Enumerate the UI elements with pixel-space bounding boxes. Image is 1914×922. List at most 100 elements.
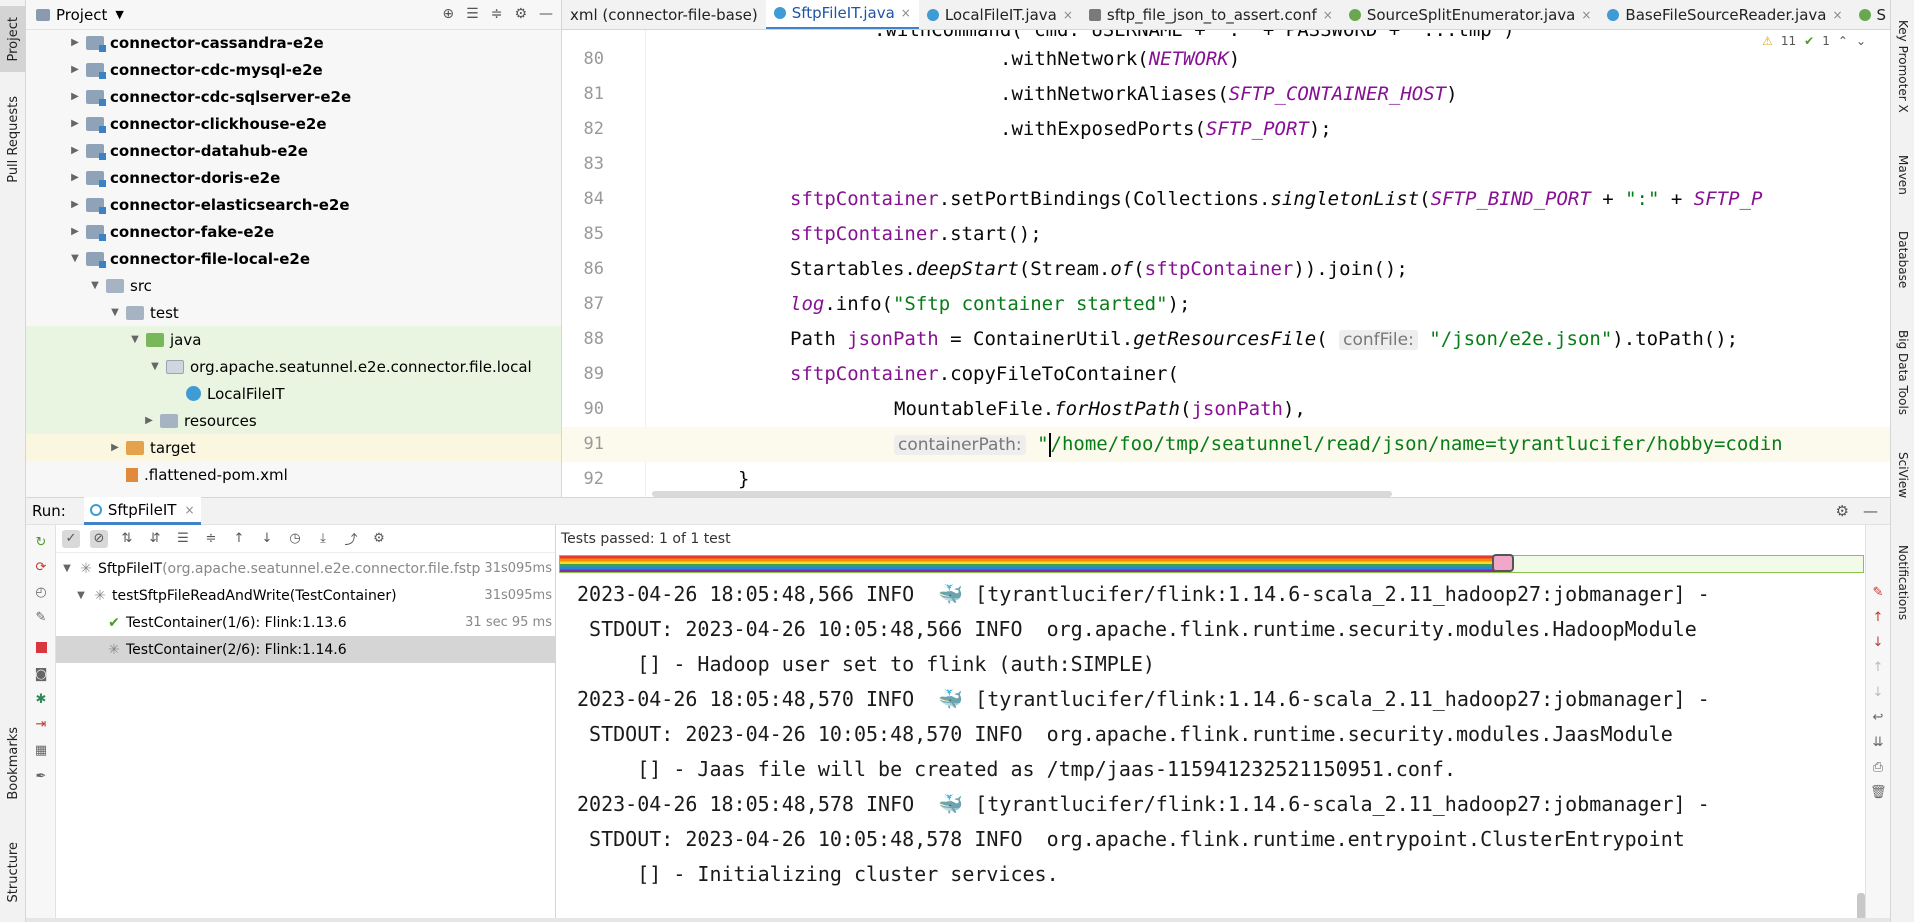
pull-requests-tool-tab[interactable]: Pull Requests (0, 84, 26, 194)
bookmarks-tool-tab[interactable]: Bookmarks (0, 718, 26, 808)
close-icon[interactable]: × (901, 6, 911, 20)
rerun-failed-icon[interactable]: ⟳ (32, 558, 50, 576)
tree-item[interactable]: ▼ src (26, 272, 561, 299)
tree-item[interactable]: .flattened-pom.xml (26, 461, 561, 488)
pin-icon[interactable]: ✒ (32, 767, 50, 785)
close-icon[interactable]: × (1832, 8, 1842, 22)
chevron-right-icon[interactable]: ▶ (68, 64, 82, 75)
arrow-up-icon[interactable]: ↑ (230, 530, 248, 548)
tree-item[interactable]: ▼ test (26, 299, 561, 326)
tree-item[interactable]: ▶ connector-doris-e2e (26, 164, 561, 191)
close-icon[interactable]: × (1323, 8, 1333, 22)
chevron-down-icon[interactable]: ▼ (128, 334, 142, 345)
maven-tab[interactable]: Maven (1891, 140, 1914, 210)
project-tool-tab[interactable]: Project (0, 6, 26, 72)
test-row-selected[interactable]: ✳ TestContainer(2/6): Flink:1.14.6 (56, 636, 556, 663)
tree-item[interactable]: LocalFileIT (26, 380, 561, 407)
rerun-icon[interactable]: ↻ (32, 533, 50, 551)
tree-item[interactable]: ▶ connector-cassandra-e2e (26, 29, 561, 56)
trash-icon[interactable]: 🗑 (1870, 785, 1887, 800)
toggle-auto-test-icon[interactable]: ◴ (32, 583, 50, 601)
exit-icon[interactable]: ⇥ (32, 715, 50, 733)
chevron-down-icon[interactable]: ▼ (148, 361, 162, 372)
stop-icon[interactable] (32, 638, 50, 656)
soft-wrap-icon[interactable]: ↩ (1870, 710, 1886, 725)
tree-item[interactable]: ▶ connector-elasticsearch-e2e (26, 191, 561, 218)
test-row[interactable]: ▼ ✳ SftpFileIT (org.apache.seatunnel.e2e… (56, 555, 556, 582)
chevron-right-icon[interactable]: ▶ (68, 145, 82, 156)
up-disabled-icon[interactable]: ↑ (1870, 660, 1886, 675)
tree-item[interactable]: ▶ connector-datahub-e2e (26, 137, 561, 164)
close-icon[interactable]: × (184, 503, 194, 517)
chevron-down-icon[interactable]: ▼ (115, 8, 123, 21)
key-promoter-tab[interactable]: Key Promoter X (1891, 6, 1914, 126)
big-data-tools-tab[interactable]: Big Data Tools (1891, 318, 1914, 428)
tree-item[interactable]: ▶ connector-fake-e2e (26, 218, 561, 245)
tab-pom-xml[interactable]: xml (connector-file-base) (562, 0, 766, 29)
import-icon[interactable]: ⤓ (314, 530, 332, 548)
debug-icon[interactable]: ✱ (32, 690, 50, 708)
tree-item[interactable]: ▼ java (26, 326, 561, 353)
chevron-right-icon[interactable]: ▶ (68, 37, 82, 48)
tree-item[interactable]: ▶ connector-cdc-sqlserver-e2e (26, 83, 561, 110)
wrench-icon[interactable]: ✎ (32, 608, 50, 626)
vertical-scrollbar[interactable] (1857, 893, 1865, 921)
chevron-right-icon[interactable]: ▶ (68, 199, 82, 210)
minimize-icon[interactable]: — (1863, 502, 1878, 520)
close-icon[interactable]: × (1581, 8, 1591, 22)
clear-marks-icon[interactable]: ✎ (1870, 585, 1886, 600)
tree-item[interactable]: ▶ resources (26, 407, 561, 434)
tree-item[interactable]: ▶ connector-clickhouse-e2e (26, 110, 561, 137)
tree-item[interactable]: ▶ target (26, 434, 561, 461)
expand-all-icon[interactable]: ☰ (466, 6, 479, 22)
close-icon[interactable]: × (1063, 8, 1073, 22)
chevron-down-icon[interactable]: ▼ (60, 563, 74, 574)
chevron-right-icon[interactable]: ▶ (68, 118, 82, 129)
gear-icon[interactable]: ⚙ (370, 530, 388, 548)
camera-icon[interactable]: ◙ (32, 665, 50, 683)
sciview-tab[interactable]: SciView (1891, 440, 1914, 510)
notifications-tab[interactable]: Notifications (1891, 528, 1914, 638)
tab-overflow[interactable]: S (1851, 0, 1890, 29)
gear-icon[interactable]: ⚙ (514, 6, 527, 22)
show-passed-icon[interactable]: ✓ (62, 529, 80, 548)
chevron-right-icon[interactable]: ▶ (68, 91, 82, 102)
chevron-right-icon[interactable]: ▶ (68, 172, 82, 183)
tree-item[interactable]: ▼ connector-file-local-e2e (26, 245, 561, 272)
code-editor[interactable]: ⚠ 11 ✔ 1 ⌃ ⌄ .withCommand( cmd: USERNAME +… (562, 30, 1890, 497)
collapse-all-icon[interactable]: ≑ (202, 530, 220, 548)
test-row[interactable]: ✔ TestContainer(1/6): Flink:1.13.6 31 se… (56, 609, 556, 636)
test-row[interactable]: ▼ ✳ testSftpFileReadAndWrite(TestContain… (56, 582, 556, 609)
chevron-up-icon[interactable]: ⌃ (1838, 34, 1848, 48)
chevron-down-icon[interactable]: ▼ (88, 280, 102, 291)
chevron-down-icon[interactable]: ▼ (68, 253, 82, 264)
scroll-to-end-icon[interactable]: ⇊ (1870, 735, 1886, 750)
chevron-down-icon[interactable]: ▼ (108, 307, 122, 318)
inspection-status[interactable]: ⚠ 11 ✔ 1 ⌃ ⌄ (1762, 34, 1866, 48)
sort-alpha-icon[interactable]: ⇅ (118, 530, 136, 548)
console-output[interactable]: Tests passed: 1 of 1 test 2023-04-26 18:… (557, 525, 1865, 922)
show-ignored-icon[interactable]: ⊘ (90, 529, 108, 548)
arrow-down-icon[interactable]: ↓ (1870, 635, 1886, 650)
tree-item[interactable]: ▼ org.apache.seatunnel.e2e.connector.file… (26, 353, 561, 380)
tab-sftpfileit[interactable]: SftpFileIT.java × (765, 0, 919, 29)
layout-icon[interactable]: ▦ (32, 741, 50, 759)
sort-duration-icon[interactable]: ⇵ (146, 530, 164, 548)
chevron-right-icon[interactable]: ▶ (68, 226, 82, 237)
tab-basefilesourcereader[interactable]: BaseFileSourceReader.java × (1599, 0, 1850, 29)
tab-run-config[interactable]: SftpFileIT × (83, 497, 201, 525)
tab-localfileit[interactable]: LocalFileIT.java × (919, 0, 1081, 29)
export-icon[interactable]: ⤴ (342, 530, 360, 548)
tree-item[interactable]: ▶ connector-cdc-mysql-e2e (26, 56, 561, 83)
chevron-down-icon[interactable]: ▼ (74, 590, 88, 601)
history-icon[interactable]: ◷ (286, 530, 304, 548)
locate-icon[interactable]: ⊕ (442, 6, 454, 22)
gear-icon[interactable]: ⚙ (1836, 502, 1849, 520)
chevron-down-icon[interactable]: ⌄ (1856, 34, 1866, 48)
down-disabled-icon[interactable]: ↓ (1870, 685, 1886, 700)
arrow-up-icon[interactable]: ↑ (1870, 610, 1886, 625)
tab-sourcesplitenumerator[interactable]: SourceSplitEnumerator.java × (1341, 0, 1600, 29)
chevron-right-icon[interactable]: ▶ (142, 415, 156, 426)
structure-tool-tab[interactable]: Structure (0, 828, 26, 916)
tab-conf-file[interactable]: sftp_file_json_to_assert.conf × (1081, 0, 1341, 29)
